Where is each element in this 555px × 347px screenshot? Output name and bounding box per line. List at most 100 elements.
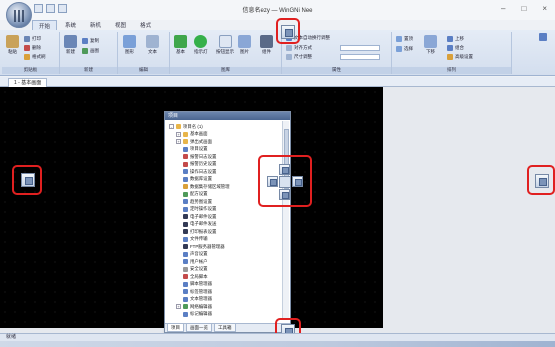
tree-node-label: 项目设置 <box>190 146 208 152</box>
tree-node-label: 定时操作设置 <box>190 206 217 212</box>
component-icon <box>260 35 273 48</box>
tree-node-icon <box>183 251 188 257</box>
tree-node-label: 数据库设置 <box>190 176 212 182</box>
tab-screen-list[interactable]: 画面一览 <box>186 324 212 332</box>
select-icon <box>396 46 402 52</box>
tree-node-label: 安全设置 <box>190 266 208 272</box>
tree-node-label: 弹出式画面 <box>190 138 212 144</box>
minimize-button[interactable]: – <box>501 4 505 13</box>
image-button[interactable]: 图片 <box>238 35 251 55</box>
tree-node[interactable]: 电子邮件发送 <box>169 221 277 229</box>
group-button[interactable]: 组合 <box>447 45 464 51</box>
tree-node-icon <box>183 281 188 287</box>
move-up-icon <box>447 36 453 42</box>
tree-node-label: 配方设置 <box>190 191 208 197</box>
tree-node[interactable]: 电子邮件设置 <box>169 213 277 221</box>
tree-node-label: 文件传输 <box>190 236 208 242</box>
button-display-icon <box>218 35 232 48</box>
expand-toggle-icon[interactable]: + <box>176 139 181 145</box>
print-icon <box>24 36 30 42</box>
tree-node-label: 基本画面 <box>190 131 208 137</box>
tree-node-label: 报警历史设置 <box>190 161 217 167</box>
panel-scrollbar[interactable] <box>282 121 289 319</box>
component-button[interactable]: 组件 <box>260 35 273 55</box>
expand-toggle-icon[interactable]: - <box>169 124 174 130</box>
close-button[interactable]: × <box>542 4 547 13</box>
tree-node[interactable]: + 弹出式画面 <box>169 138 277 146</box>
button-display-button[interactable]: 按钮显示 <box>216 35 234 55</box>
copy-button[interactable]: 复制 <box>82 38 99 44</box>
text-button[interactable]: 文本 <box>146 35 159 55</box>
tree-node-label: 声音设置 <box>190 251 208 257</box>
tree-node-icon <box>183 154 188 160</box>
tree-node[interactable]: 全局脚本 <box>169 273 277 281</box>
tree-node-icon <box>183 161 188 167</box>
panel-title[interactable]: 项目 <box>165 112 290 120</box>
document-tab[interactable]: 1 - 基本画面 <box>8 78 48 87</box>
shape-button[interactable]: 图形 <box>123 35 136 55</box>
advanced-settings-button[interactable]: 高级设置 <box>447 54 473 60</box>
new-button[interactable]: 新建 <box>64 35 77 55</box>
tree-node[interactable]: 标签管理器 <box>169 288 277 296</box>
format-painter-button[interactable]: 格式刷 <box>24 54 46 60</box>
basic-button[interactable]: 基本 <box>174 35 187 55</box>
tree-node[interactable]: - 项目名 (1) <box>169 123 277 131</box>
move-up-button[interactable]: 上移 <box>447 36 464 42</box>
expand-toggle-icon[interactable]: + <box>176 131 181 137</box>
tree-node-icon <box>183 296 188 302</box>
tree-node-label: 用户帐户 <box>190 258 208 264</box>
tree-node-icon <box>183 131 188 137</box>
lamp-button[interactable]: 指示灯 <box>194 35 208 55</box>
tree-node[interactable]: 文件传输 <box>169 236 277 244</box>
tree-node[interactable]: 打印报表设置 <box>169 228 277 236</box>
tree-node-label: 电子邮件设置 <box>190 213 217 219</box>
paste-button[interactable]: 粘贴 <box>6 35 19 55</box>
highlight-dock-compass <box>258 155 312 207</box>
tree-node[interactable]: 安全设置 <box>169 266 277 274</box>
tree-node[interactable]: 文本管理器 <box>169 296 277 304</box>
status-text: 就绪 <box>6 334 17 340</box>
tab-toolbox[interactable]: 工具箱 <box>214 324 236 332</box>
brush-icon <box>24 54 30 60</box>
tree-node[interactable]: FTP服务器管理器 <box>169 243 277 251</box>
tree-node-icon <box>176 124 181 130</box>
size-spinbox[interactable] <box>340 54 380 60</box>
draw-button[interactable]: 画图 <box>82 48 99 54</box>
tree-node-label: 标记编辑器 <box>190 311 212 317</box>
tab-project[interactable]: 项目 <box>167 324 184 332</box>
help-icon[interactable] <box>539 33 547 41</box>
size-control[interactable]: 尺寸调整 <box>286 54 312 60</box>
bring-front-icon <box>396 36 402 42</box>
tree-node[interactable]: + 网络编辑器 <box>169 303 277 311</box>
bring-front-button[interactable]: 置顶 <box>396 36 413 42</box>
tree-node-icon <box>183 184 188 190</box>
align-icon <box>286 45 292 51</box>
tree-node[interactable]: 声音设置 <box>169 251 277 259</box>
tree-node-label: 文本管理器 <box>190 296 212 302</box>
tree-node[interactable]: + 基本画面 <box>169 131 277 139</box>
tree-node-label: 网络编辑器 <box>190 303 212 309</box>
move-down-button[interactable]: 下移 <box>424 35 437 55</box>
tree-node[interactable]: 脚本管理器 <box>169 281 277 289</box>
delete-button[interactable]: 删除 <box>24 45 41 51</box>
lamp-icon <box>194 35 208 48</box>
print-button[interactable]: 打印 <box>24 36 41 42</box>
size-icon <box>286 54 292 60</box>
tree-node-icon <box>183 169 188 175</box>
tree-node-icon <box>183 229 188 235</box>
tree-node[interactable]: 用户帐户 <box>169 258 277 266</box>
tree-node[interactable]: 标记编辑器 <box>169 311 277 319</box>
tree-node-icon <box>183 236 188 242</box>
align-control[interactable]: 对齐方式 <box>286 45 312 51</box>
tree-node-icon <box>183 146 188 152</box>
maximize-button[interactable]: □ <box>521 4 526 13</box>
select-button[interactable]: 选择 <box>396 46 413 52</box>
tree-node-label: 操作日志设置 <box>190 168 217 174</box>
expand-toggle-icon[interactable]: + <box>176 304 181 310</box>
new-icon <box>64 35 77 48</box>
window-title: 信息名ezy — WinGNi Nee <box>242 8 313 14</box>
panel-tabs: 项目 画面一览 工具箱 <box>165 323 290 332</box>
align-spinbox[interactable] <box>340 45 380 51</box>
tree-node-icon <box>183 191 188 197</box>
tree-node[interactable]: 项目设置 <box>169 146 277 154</box>
